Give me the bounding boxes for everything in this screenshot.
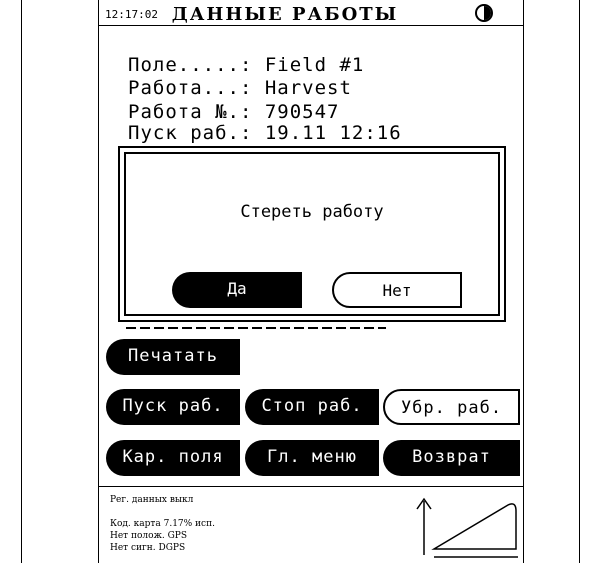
no-button[interactable]: Нет — [332, 272, 462, 308]
header-divider — [98, 25, 524, 26]
page-title: ДАННЫЕ РАБОТЫ — [171, 4, 399, 25]
slope-indicator-icon — [416, 497, 518, 558]
stop-job-button[interactable]: Стоп раб. — [245, 389, 379, 425]
clock: 12:17:02 — [105, 8, 158, 21]
remove-job-button[interactable]: Убр. раб. — [383, 389, 520, 425]
info-start: Пуск раб.: 19.11 12:16 — [128, 122, 402, 144]
print-button[interactable]: Печатать — [106, 339, 240, 375]
frame-right — [579, 0, 580, 563]
info-field: Поле.....: Field #1 — [128, 54, 365, 76]
back-button[interactable]: Возврат — [383, 440, 520, 476]
dialog-message: Стереть работу — [240, 202, 384, 222]
gps-status: Нет полож. GPS — [110, 531, 187, 541]
main-menu-button[interactable]: Гл. меню — [245, 440, 379, 476]
info-job-number: Работа №.: 790547 — [128, 101, 340, 123]
status-divider — [98, 486, 524, 487]
contrast-icon[interactable] — [475, 4, 493, 22]
screen-border-left — [98, 0, 99, 563]
hidden-text-remnant — [126, 324, 386, 330]
confirm-dialog: Стереть работу Да Нет — [118, 146, 506, 322]
field-map-button[interactable]: Кар. поля — [106, 440, 240, 476]
yes-button[interactable]: Да — [172, 272, 302, 308]
dgps-status: Нет сигн. DGPS — [110, 543, 186, 553]
screen-border-right — [523, 0, 524, 563]
map-code-status: Код. карта 7.17% исп. — [110, 519, 215, 529]
info-job: Работа...: Harvest — [128, 77, 352, 99]
frame-left — [21, 0, 22, 563]
data-log-status: Рег. данных выкл — [110, 495, 194, 505]
start-job-button[interactable]: Пуск раб. — [106, 389, 240, 425]
